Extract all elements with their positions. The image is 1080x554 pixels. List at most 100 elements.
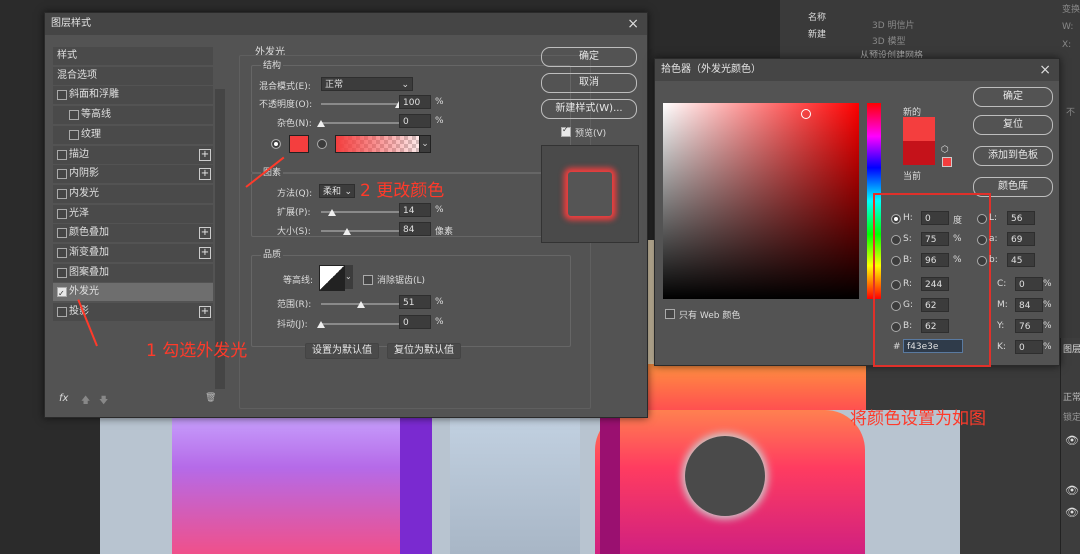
channel-input[interactable]: 56 — [1007, 211, 1035, 225]
cube-icon[interactable]: ⬡ — [941, 145, 949, 155]
channel-input[interactable]: 62 — [921, 298, 949, 312]
style-checkbox[interactable] — [57, 90, 67, 101]
add-icon[interactable]: + — [199, 227, 211, 240]
web-safe-swatch[interactable] — [942, 157, 952, 167]
channel-input[interactable]: 0 — [921, 211, 949, 225]
blend-mode-select[interactable]: 正常 ⌄ — [321, 77, 413, 91]
channel-input[interactable]: 244 — [921, 277, 949, 291]
size-input[interactable]: 84 — [399, 222, 431, 236]
color-mode-radio[interactable] — [891, 235, 901, 245]
color-mode-radio[interactable] — [891, 301, 901, 311]
set-default-button[interactable]: 设置为默认值 — [305, 343, 379, 359]
trash-icon[interactable]: 🗑 — [205, 393, 216, 403]
current-color-swatch[interactable] — [903, 141, 935, 165]
channel-input[interactable]: 62 — [921, 319, 949, 333]
hex-input[interactable]: f43e3e — [903, 339, 963, 353]
add-to-swatches-button[interactable]: 添加到色板 — [973, 146, 1053, 166]
add-icon[interactable]: + — [199, 148, 211, 161]
range-input[interactable]: 51 — [399, 295, 431, 309]
slider-thumb[interactable] — [343, 228, 352, 235]
style-item[interactable]: 内阴影 + — [53, 165, 213, 184]
style-checkbox[interactable] — [57, 169, 67, 180]
blend-mode-select[interactable]: 正常 — [1063, 390, 1080, 403]
style-item[interactable]: 渐变叠加 + — [53, 244, 213, 262]
color-mode-radio[interactable] — [977, 214, 987, 224]
range-slider[interactable] — [321, 301, 399, 308]
preview-checkbox[interactable] — [561, 125, 571, 137]
style-checkbox[interactable] — [57, 248, 67, 258]
cancel-button[interactable]: 取消 — [541, 73, 637, 93]
channel-input[interactable]: 84 — [1015, 298, 1043, 312]
style-checkbox[interactable] — [57, 307, 67, 318]
eye-icon[interactable]: 👁 — [1065, 434, 1079, 447]
add-icon[interactable]: + — [199, 168, 211, 181]
jitter-input[interactable]: 0 — [399, 315, 431, 329]
contour-preview[interactable] — [319, 265, 345, 291]
style-checkbox[interactable] — [69, 129, 79, 140]
opacity-slider[interactable] — [321, 101, 403, 108]
spread-slider[interactable] — [321, 209, 399, 216]
web-colors-checkbox[interactable] — [665, 309, 675, 319]
style-checkbox[interactable] — [57, 285, 67, 303]
style-item[interactable]: 斜面和浮雕 — [53, 86, 213, 105]
style-item[interactable]: 混合选项 — [53, 66, 213, 85]
eye-icon[interactable]: 👁 — [1065, 506, 1079, 519]
close-icon[interactable]: × — [1039, 59, 1051, 81]
add-icon[interactable]: + — [199, 247, 211, 259]
color-mode-radio[interactable] — [891, 214, 901, 224]
style-item[interactable]: 内发光 — [53, 184, 213, 203]
picker-reset-button[interactable]: 复位 — [973, 115, 1053, 135]
move-down-icon[interactable]: 🡇 — [99, 393, 108, 409]
picker-ok-button[interactable]: 确定 — [973, 87, 1053, 107]
method-select[interactable]: 柔和 ⌄ — [319, 184, 355, 198]
color-mode-radio[interactable] — [891, 256, 901, 266]
color-mode-radio[interactable] — [977, 256, 987, 266]
channel-input[interactable]: 69 — [1007, 232, 1035, 246]
channel-input[interactable]: 0 — [1015, 277, 1043, 291]
color-mode-radio[interactable] — [891, 322, 901, 332]
style-checkbox[interactable] — [57, 267, 67, 278]
color-mode-radio[interactable] — [977, 235, 987, 245]
glow-color-swatch[interactable] — [289, 135, 309, 153]
slider-thumb[interactable] — [356, 301, 365, 308]
color-mode-radio[interactable] — [891, 280, 901, 290]
style-item[interactable]: 颜色叠加 + — [53, 224, 213, 243]
size-slider[interactable] — [321, 228, 399, 235]
style-item[interactable]: 光泽 — [53, 204, 213, 223]
style-checkbox[interactable] — [57, 188, 67, 199]
fx-icon[interactable]: fx — [59, 393, 68, 404]
antialias-checkbox[interactable] — [363, 275, 373, 285]
move-up-icon[interactable]: 🡅 — [81, 393, 90, 409]
jitter-slider[interactable] — [317, 321, 399, 328]
reset-default-button[interactable]: 复位为默认值 — [387, 343, 461, 359]
color-field[interactable] — [663, 103, 859, 299]
noise-input[interactable]: 0 — [399, 114, 431, 128]
style-checkbox[interactable] — [69, 110, 79, 121]
chevron-down-icon[interactable]: ⌄ — [345, 265, 353, 289]
style-item[interactable]: 投影 + — [53, 303, 213, 322]
style-item[interactable]: 图案叠加 — [53, 263, 213, 282]
style-item[interactable]: 描边 + — [53, 145, 213, 164]
ok-button[interactable]: 确定 — [541, 47, 637, 67]
gradient-radio[interactable] — [317, 139, 327, 149]
solid-color-radio[interactable] — [271, 139, 281, 149]
style-checkbox[interactable] — [57, 208, 67, 219]
channel-input[interactable]: 0 — [1015, 340, 1043, 354]
slider-thumb[interactable] — [317, 321, 325, 328]
style-item[interactable]: 纹理 — [53, 125, 213, 144]
new-style-button[interactable]: 新建样式(W)... — [541, 99, 637, 119]
style-item[interactable]: 样式 — [53, 47, 213, 65]
style-item[interactable]: 等高线 — [53, 106, 213, 125]
slider-thumb[interactable] — [317, 120, 325, 127]
add-icon[interactable]: + — [199, 306, 211, 319]
channel-input[interactable]: 76 — [1015, 319, 1043, 333]
noise-slider[interactable] — [317, 120, 399, 127]
spread-input[interactable]: 14 — [399, 203, 431, 217]
opacity-input[interactable]: 100 — [399, 95, 431, 109]
channel-input[interactable]: 96 — [921, 253, 949, 267]
close-icon[interactable]: × — [627, 13, 639, 35]
style-checkbox[interactable] — [57, 228, 67, 239]
channel-input[interactable]: 75 — [921, 232, 949, 246]
eye-icon[interactable]: 👁 — [1065, 484, 1079, 497]
slider-thumb[interactable] — [327, 209, 336, 216]
